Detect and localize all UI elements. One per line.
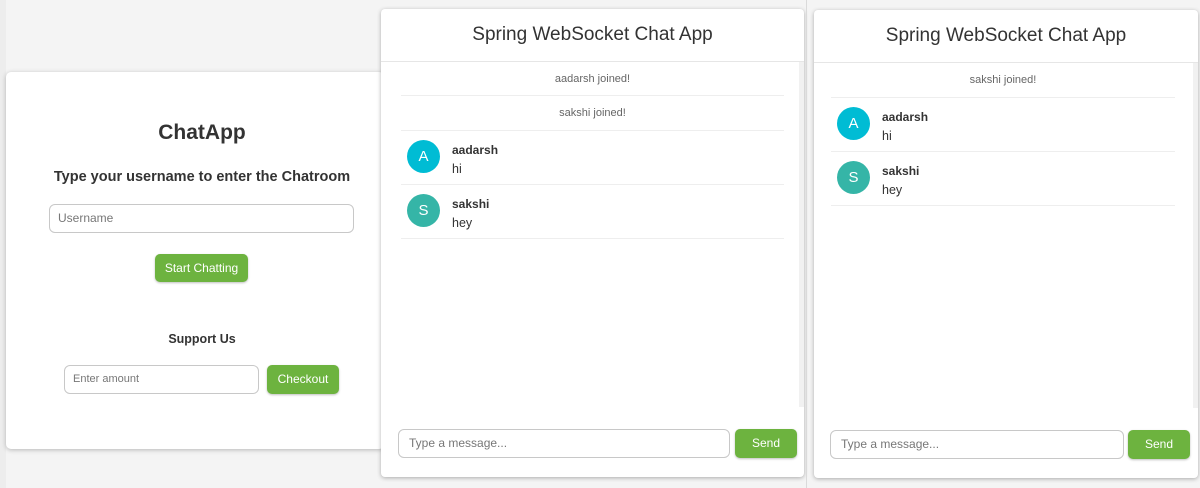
avatar: S <box>407 194 440 227</box>
message-sender: sakshi <box>882 164 920 178</box>
message-text: hey <box>452 216 473 230</box>
scrollbar[interactable] <box>1193 63 1198 408</box>
chat-message: S sakshi hey <box>831 152 1175 206</box>
event-message: sakshi joined! <box>831 63 1175 98</box>
message-input[interactable]: Type a message... <box>398 429 730 458</box>
chat-message: A aadarsh hi <box>401 131 784 185</box>
start-chatting-button[interactable]: Start Chatting <box>155 254 248 282</box>
chat-header: Spring WebSocket Chat App <box>381 9 804 62</box>
checkout-button[interactable]: Checkout <box>267 365 339 394</box>
avatar: A <box>407 140 440 173</box>
avatar: A <box>837 107 870 140</box>
message-sender: aadarsh <box>452 143 499 157</box>
chat-message: S sakshi hey <box>401 185 784 239</box>
username-prompt: Type your username to enter the Chatroom <box>53 169 351 185</box>
message-input[interactable]: Type a message... <box>830 430 1124 459</box>
chat-message: A aadarsh hi <box>831 98 1175 152</box>
scrollbar[interactable] <box>799 62 804 407</box>
window-divider <box>806 0 807 488</box>
message-sender: aadarsh <box>882 110 929 124</box>
avatar: S <box>837 161 870 194</box>
app-title: ChatApp <box>158 121 246 144</box>
message-text: hi <box>882 129 892 143</box>
message-text: hi <box>452 162 462 176</box>
message-sender: sakshi <box>452 197 490 211</box>
chat-window-1: Spring WebSocket Chat App aadarsh joined… <box>381 9 804 477</box>
event-message: sakshi joined! <box>401 96 784 131</box>
username-input[interactable]: Username <box>49 204 354 233</box>
send-button[interactable]: Send <box>735 429 797 458</box>
send-button[interactable]: Send <box>1128 430 1190 459</box>
login-card: ChatApp Type your username to enter the … <box>6 72 384 449</box>
chat-header: Spring WebSocket Chat App <box>814 10 1198 63</box>
event-message: aadarsh joined! <box>401 62 784 96</box>
message-text: hey <box>882 183 903 197</box>
chat-window-2: Spring WebSocket Chat App sakshi joined!… <box>814 10 1198 478</box>
amount-input[interactable]: Enter amount <box>64 365 259 394</box>
support-title: Support Us <box>168 332 236 346</box>
